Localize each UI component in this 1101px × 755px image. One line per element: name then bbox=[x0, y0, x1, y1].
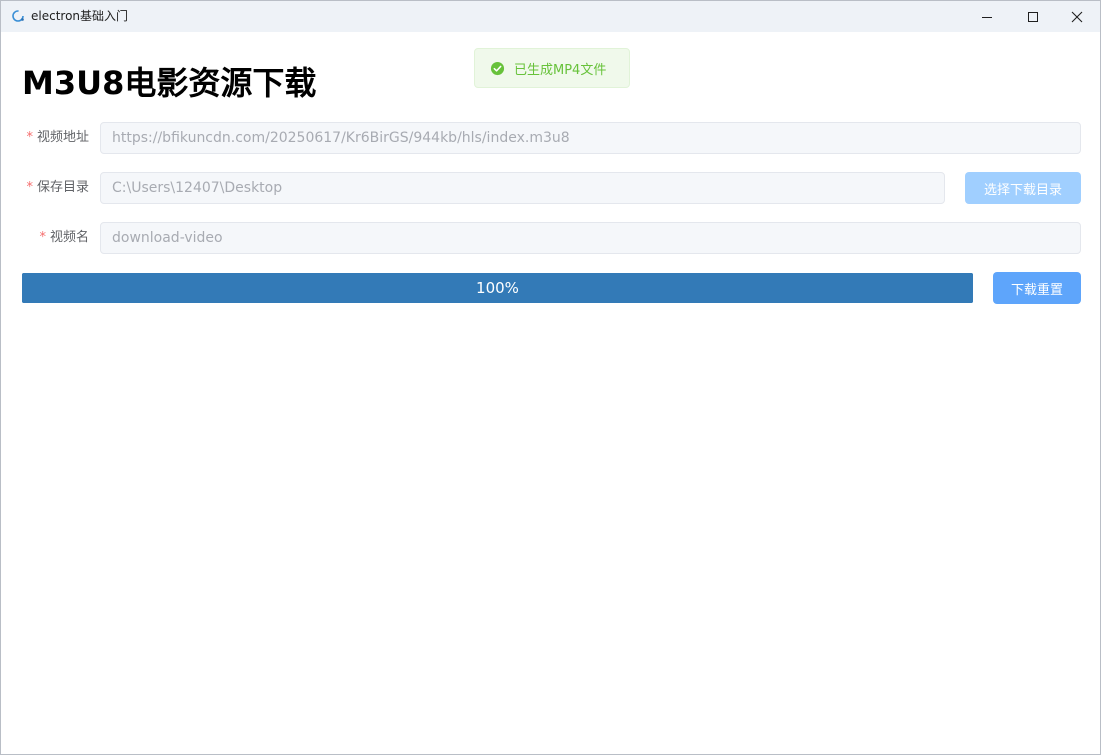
required-mark: * bbox=[39, 230, 46, 245]
electron-app-icon bbox=[12, 10, 24, 22]
url-label: * 视频地址 bbox=[1, 130, 89, 146]
minimize-button[interactable] bbox=[964, 1, 1010, 32]
toast-message: 已生成MP4文件 bbox=[514, 62, 607, 78]
download-progress-bar: 100% bbox=[22, 273, 973, 303]
save-dir-input-value: C:\Users\12407\Desktop bbox=[112, 180, 283, 196]
url-input[interactable]: https://bfikuncdn.com/20250617/Kr6BirGS/… bbox=[100, 122, 1081, 154]
close-button[interactable] bbox=[1054, 1, 1100, 32]
app-window: electron基础入门 M3U8电影资源下载 已生成MP4文件 * 视频地址 h… bbox=[0, 0, 1101, 755]
close-icon bbox=[1071, 11, 1083, 22]
title-bar[interactable]: electron基础入门 bbox=[1, 1, 1100, 32]
video-name-input[interactable]: download-video bbox=[100, 222, 1081, 254]
page-title: M3U8电影资源下载 bbox=[22, 64, 317, 102]
success-toast: 已生成MP4文件 bbox=[474, 48, 630, 88]
video-name-label-text: 视频名 bbox=[49, 230, 89, 245]
choose-dir-button[interactable]: 选择下载目录 bbox=[965, 172, 1081, 204]
maximize-button[interactable] bbox=[1010, 1, 1056, 32]
video-name-input-value: download-video bbox=[112, 230, 223, 246]
maximize-icon bbox=[1028, 11, 1038, 22]
required-mark: * bbox=[26, 130, 33, 145]
url-label-text: 视频地址 bbox=[36, 130, 89, 145]
minimize-icon bbox=[982, 16, 992, 18]
save-dir-label: * 保存目录 bbox=[1, 180, 89, 196]
check-circle-icon bbox=[490, 61, 505, 75]
progress-label: 100% bbox=[476, 279, 519, 297]
required-mark: * bbox=[26, 180, 33, 195]
video-name-label: * 视频名 bbox=[1, 230, 89, 246]
window-title: electron基础入门 bbox=[31, 9, 129, 23]
reset-download-button[interactable]: 下载重置 bbox=[993, 272, 1081, 304]
save-dir-input[interactable]: C:\Users\12407\Desktop bbox=[100, 172, 945, 204]
url-input-value: https://bfikuncdn.com/20250617/Kr6BirGS/… bbox=[112, 130, 570, 146]
save-dir-label-text: 保存目录 bbox=[36, 180, 89, 195]
